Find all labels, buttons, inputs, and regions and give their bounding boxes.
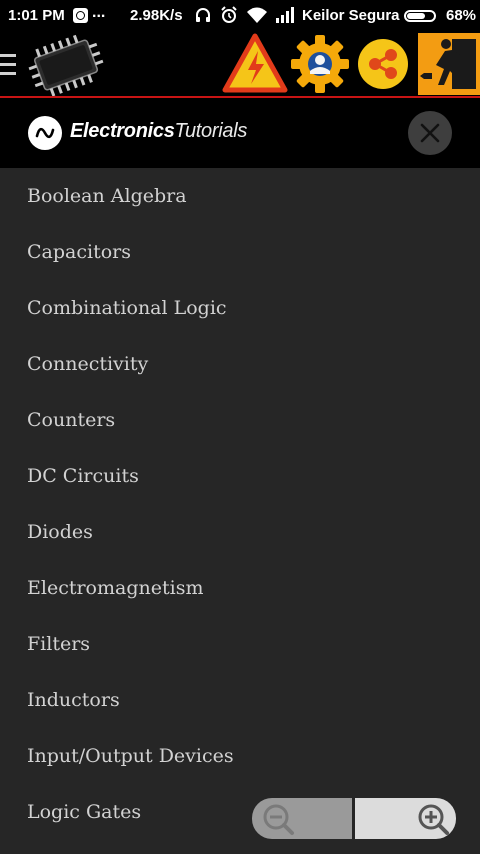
close-drawer-button[interactable] — [408, 111, 452, 155]
menu-item-connectivity[interactable]: Connectivity — [0, 336, 480, 392]
share-button[interactable] — [356, 37, 410, 95]
app-toolbar — [0, 32, 480, 99]
settings-button[interactable] — [288, 33, 352, 99]
network-speed: 2.98K/s — [130, 7, 183, 24]
brand-bold: Electronics — [70, 120, 175, 142]
zoom-control — [252, 798, 456, 839]
brand-logo-icon — [28, 116, 62, 150]
signal-icon — [274, 6, 296, 28]
status-bar: 1:01 PM ... 2.98K/s Keilor Segura 68% — [0, 0, 480, 32]
menu-item-filters[interactable]: Filters — [0, 616, 480, 672]
menu-item-boolean-algebra[interactable]: Boolean Algebra — [0, 168, 480, 224]
brand-light: Tutorials — [174, 120, 248, 142]
exit-icon — [418, 33, 480, 95]
zoom-out-button[interactable] — [252, 798, 352, 839]
menu-item-dc-circuits[interactable]: DC Circuits — [0, 448, 480, 504]
menu-item-input-output-devices[interactable]: Input/Output Devices — [0, 728, 480, 784]
drawer-header: ElectronicsTutorials — [0, 98, 480, 168]
headphones-icon — [194, 6, 212, 28]
whatsapp-icon — [73, 8, 88, 23]
menu-item-counters[interactable]: Counters — [0, 392, 480, 448]
warning-button[interactable] — [222, 33, 288, 97]
zoom-in-icon — [418, 804, 449, 835]
topic-list: Boolean Algebra Capacitors Combinational… — [0, 168, 480, 840]
menu-icon[interactable] — [0, 54, 16, 76]
battery-icon — [404, 10, 436, 22]
battery-level — [407, 13, 425, 19]
wifi-icon — [246, 6, 268, 28]
status-overflow: ... — [92, 4, 106, 21]
zoom-out-icon — [263, 804, 294, 835]
menu-item-capacitors[interactable]: Capacitors — [0, 224, 480, 280]
share-icon — [358, 39, 408, 89]
battery-percent: 68% — [446, 7, 477, 24]
menu-item-inductors[interactable]: Inductors — [0, 672, 480, 728]
menu-item-combinational-logic[interactable]: Combinational Logic — [0, 280, 480, 336]
alarm-icon — [220, 6, 238, 28]
carrier-name: Keilor Segura — [302, 7, 400, 24]
warning-icon — [222, 33, 288, 93]
menu-item-electromagnetism[interactable]: Electromagnetism — [0, 560, 480, 616]
settings-icon — [291, 35, 349, 93]
exit-button[interactable] — [418, 33, 480, 99]
close-icon — [420, 123, 440, 143]
menu-item-diodes[interactable]: Diodes — [0, 504, 480, 560]
status-time: 1:01 PM — [8, 7, 65, 24]
brand-name: ElectronicsTutorials — [70, 120, 247, 143]
microchip-icon — [24, 34, 108, 100]
zoom-in-button[interactable] — [355, 798, 456, 839]
